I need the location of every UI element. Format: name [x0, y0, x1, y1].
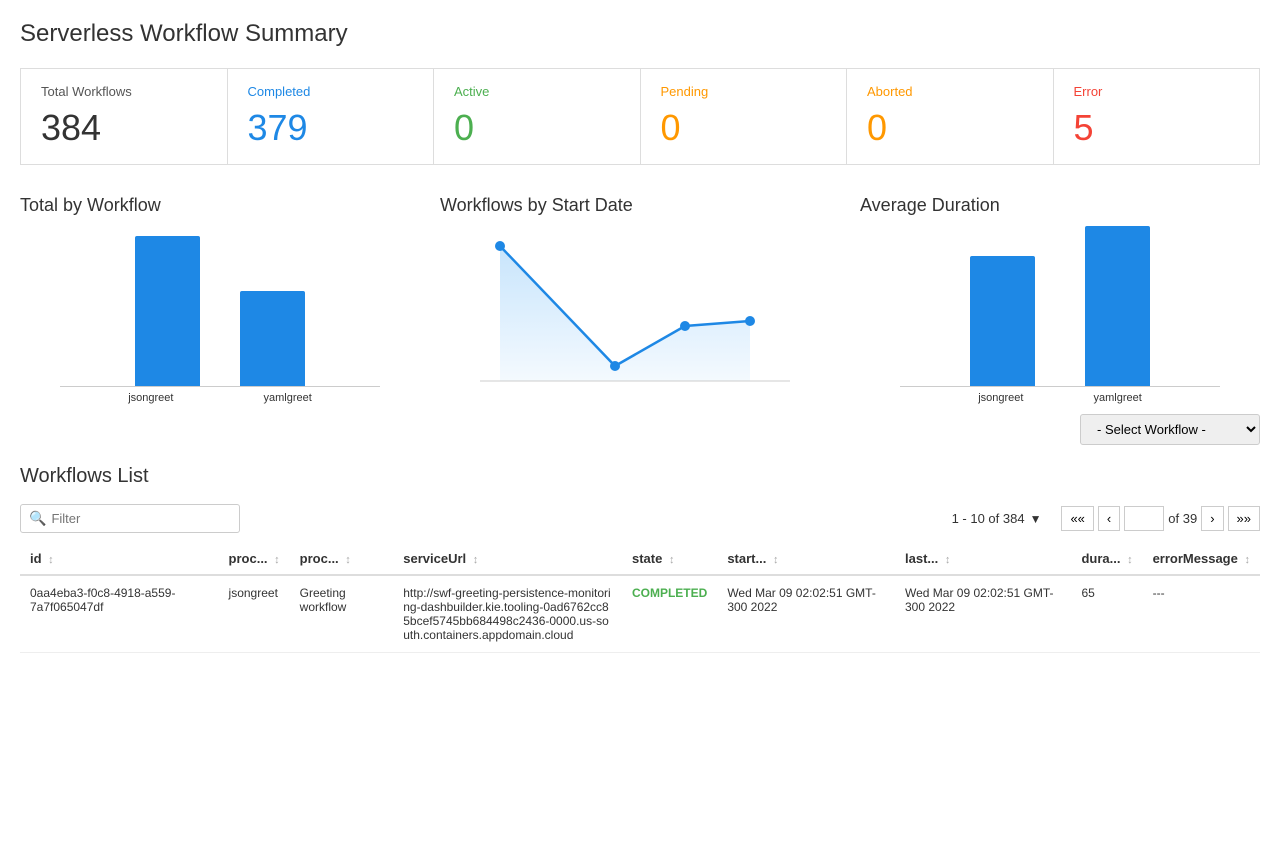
prev-page-button[interactable]: ‹ [1098, 506, 1120, 531]
col-proc2: proc... ↕ [290, 543, 394, 575]
dur-bar-yamlgreet-rect [1085, 226, 1150, 386]
sort-icon-serviceurl[interactable]: ↕ [473, 554, 479, 566]
col-duration: dura... ↕ [1071, 543, 1142, 575]
sort-icon-proc2[interactable]: ↕ [345, 554, 351, 566]
sort-icon-id[interactable]: ↕ [48, 554, 54, 566]
col-proc1: proc... ↕ [219, 543, 290, 575]
by-start-date-chart: Workflows by Start Date [440, 195, 860, 404]
cell-state: COMPLETED [622, 575, 717, 653]
cell-duration: 65 [1071, 575, 1142, 653]
col-serviceurl: serviceUrl ↕ [393, 543, 622, 575]
dur-bar-yamlgreet [1085, 226, 1150, 386]
card-error: Error 5 [1054, 69, 1261, 165]
card-active-label: Active [454, 84, 620, 99]
dur-label-yamlgreet: yamlgreet [1093, 392, 1141, 404]
sort-icon-last[interactable]: ↕ [945, 554, 951, 566]
avg-duration-chart: Average Duration jsongreet yamlgreet [860, 195, 1260, 404]
total-pages-label: of 39 [1168, 511, 1197, 526]
workflows-list-section: Workflows List 🔍 1 - 10 of 384 ▼ «« ‹ 1 … [20, 465, 1260, 653]
line-chart-svg: Week 09 Mar Week 16 Mar Week 23 Mar Week… [440, 226, 810, 386]
search-icon: 🔍 [29, 510, 46, 527]
card-pending: Pending 0 [641, 69, 848, 165]
summary-cards: Total Workflows 384 Completed 379 Active… [20, 68, 1260, 165]
card-total: Total Workflows 384 [20, 69, 228, 165]
cell-start: Wed Mar 09 02:02:51 GMT-300 2022 [717, 575, 895, 653]
pagination-display: 1 - 10 of 384 [952, 511, 1025, 526]
card-aborted-label: Aborted [867, 84, 1033, 99]
card-total-label: Total Workflows [41, 84, 207, 99]
sort-icon-start[interactable]: ↕ [773, 554, 779, 566]
card-completed-label: Completed [248, 84, 414, 99]
dot-1 [495, 241, 505, 251]
col-start: start... ↕ [717, 543, 895, 575]
card-total-value: 384 [41, 107, 207, 149]
pagination-info: 1 - 10 of 384 ▼ [952, 511, 1042, 526]
list-controls: 🔍 1 - 10 of 384 ▼ «« ‹ 1 of 39 › »» [20, 504, 1260, 533]
bar-yamlgreet [240, 291, 305, 386]
table-header-row: id ↕ proc... ↕ proc... ↕ serviceUrl ↕ st… [20, 543, 1260, 575]
card-active-value: 0 [454, 107, 620, 149]
col-error: errorMessage ↕ [1143, 543, 1260, 575]
avg-duration-title: Average Duration [860, 195, 1260, 216]
card-pending-value: 0 [661, 107, 827, 149]
bar-label-jsongreet: jsongreet [128, 392, 173, 404]
cell-last: Wed Mar 09 02:02:51 GMT-300 2022 [895, 575, 1071, 653]
bar-yamlgreet-rect [240, 291, 305, 386]
table-body: 0aa4eba3-f0c8-4918-a559-7a7f065047df jso… [20, 575, 1260, 653]
total-by-workflow-title: Total by Workflow [20, 195, 420, 216]
cell-id: 0aa4eba3-f0c8-4918-a559-7a7f065047df [20, 575, 219, 653]
workflows-table: id ↕ proc... ↕ proc... ↕ serviceUrl ↕ st… [20, 543, 1260, 653]
cell-proc1: jsongreet [219, 575, 290, 653]
page-number-input[interactable]: 1 [1124, 506, 1164, 531]
card-completed: Completed 379 [228, 69, 435, 165]
cell-serviceurl: http://swf-greeting-persistence-monitori… [393, 575, 622, 653]
next-page-button[interactable]: › [1201, 506, 1223, 531]
col-id: id ↕ [20, 543, 219, 575]
card-pending-label: Pending [661, 84, 827, 99]
pagination-dropdown-icon[interactable]: ▼ [1030, 512, 1042, 526]
dur-bar-jsongreet-rect [970, 256, 1035, 386]
cell-error: --- [1143, 575, 1260, 653]
first-page-button[interactable]: «« [1061, 506, 1093, 531]
filter-input-container: 🔍 [20, 504, 240, 533]
dot-2 [610, 361, 620, 371]
page-title: Serverless Workflow Summary [20, 20, 1260, 48]
card-error-label: Error [1074, 84, 1240, 99]
workflows-list-title: Workflows List [20, 465, 1260, 488]
sort-icon-state[interactable]: ↕ [669, 554, 675, 566]
bar-jsongreet-rect [135, 236, 200, 386]
card-error-value: 5 [1074, 107, 1240, 149]
by-start-date-title: Workflows by Start Date [440, 195, 840, 216]
dot-3 [680, 321, 690, 331]
card-aborted-value: 0 [867, 107, 1033, 149]
page-input-group: 1 of 39 [1124, 506, 1197, 531]
card-active: Active 0 [434, 69, 641, 165]
sort-icon-duration[interactable]: ↕ [1127, 554, 1133, 566]
col-last: last... ↕ [895, 543, 1071, 575]
dot-4 [745, 316, 755, 326]
dur-label-jsongreet: jsongreet [978, 392, 1023, 404]
cell-proc2: Greeting workflow [290, 575, 394, 653]
total-by-workflow-chart: Total by Workflow jsongreet yamlgreet [20, 195, 440, 404]
select-workflow-dropdown[interactable]: - Select Workflow - jsongreet yamlgreet [1080, 414, 1260, 445]
bar-label-yamlgreet: yamlgreet [263, 392, 311, 404]
bar-jsongreet [135, 236, 200, 386]
sort-icon-error[interactable]: ↕ [1244, 554, 1250, 566]
dur-bar-jsongreet [970, 256, 1035, 386]
col-state: state ↕ [622, 543, 717, 575]
select-workflow-container: - Select Workflow - jsongreet yamlgreet [20, 414, 1260, 445]
sort-icon-proc1[interactable]: ↕ [274, 554, 280, 566]
table-header: id ↕ proc... ↕ proc... ↕ serviceUrl ↕ st… [20, 543, 1260, 575]
last-page-button[interactable]: »» [1228, 506, 1260, 531]
page-nav: «« ‹ 1 of 39 › »» [1061, 506, 1260, 531]
card-aborted: Aborted 0 [847, 69, 1054, 165]
table-row: 0aa4eba3-f0c8-4918-a559-7a7f065047df jso… [20, 575, 1260, 653]
filter-input[interactable] [51, 511, 231, 526]
card-completed-value: 379 [248, 107, 414, 149]
charts-row: Total by Workflow jsongreet yamlgreet Wo… [20, 195, 1260, 404]
